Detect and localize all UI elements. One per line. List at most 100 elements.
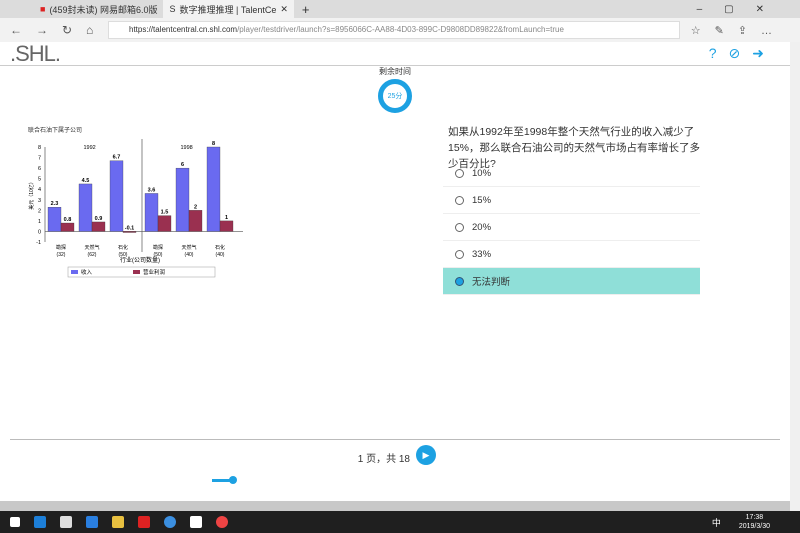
shl-icon: S bbox=[169, 4, 176, 14]
category-label: 石化 bbox=[215, 244, 225, 251]
timer-label: 剩余时间 bbox=[379, 67, 411, 76]
category-count: (32) bbox=[57, 252, 66, 258]
mail-app-icon[interactable] bbox=[138, 516, 150, 528]
date: 2019/3/30 bbox=[738, 523, 770, 530]
progress-slider[interactable] bbox=[212, 476, 237, 484]
category-label: 勘探 bbox=[153, 244, 163, 251]
option-label: 20% bbox=[472, 221, 492, 233]
y-tick-label: 0 bbox=[38, 229, 41, 235]
category-count: (40) bbox=[185, 252, 194, 258]
data-label: 1.5 bbox=[161, 210, 169, 216]
tab-label: 数字推理推理 | TalentCe bbox=[179, 4, 277, 15]
y-axis-label: 美元（10亿） bbox=[28, 179, 35, 210]
tab-bar: ■ (459封未读) 网易邮箱6.0版 S 数字推理推理 | TalentCe ✕ +… bbox=[0, 0, 800, 18]
tab-mail[interactable]: ■ (459封未读) 网易邮箱6.0版 bbox=[34, 0, 163, 18]
url-input[interactable]: https://talentcentral.cn.shl.com/player/… bbox=[108, 21, 680, 39]
data-label: 2 bbox=[194, 204, 197, 210]
data-label: 6.7 bbox=[113, 155, 121, 161]
profit-bar bbox=[91, 221, 106, 232]
header-icons[interactable]: ?⊘➜ bbox=[709, 45, 776, 62]
y-tick-label: 3 bbox=[38, 198, 41, 204]
url-host: https://talentcentral.cn.shl.com bbox=[129, 25, 238, 34]
folder-icon[interactable] bbox=[112, 516, 124, 528]
data-label: 6 bbox=[181, 162, 184, 168]
y-tick-label: 6 bbox=[38, 166, 41, 172]
revenue-bar bbox=[78, 183, 93, 232]
data-label: -0.1 bbox=[125, 225, 134, 231]
edge-icon[interactable] bbox=[34, 516, 46, 528]
tab-label: (459封未读) 网易邮箱6.0版 bbox=[49, 4, 158, 15]
next-button[interactable]: ▶ bbox=[416, 445, 436, 465]
browser-tools[interactable]: ☆✎⇪… bbox=[691, 24, 786, 37]
category-label: 勘探 bbox=[56, 244, 66, 251]
app-icon[interactable] bbox=[164, 516, 176, 528]
page-indicator: 1 页，共 18 bbox=[357, 454, 410, 465]
option-label: 10% bbox=[472, 167, 492, 179]
answer-option[interactable]: 15% bbox=[443, 187, 700, 214]
radio-button[interactable] bbox=[455, 168, 464, 178]
data-label: 8 bbox=[212, 141, 215, 147]
category-label: 天然气 bbox=[84, 244, 99, 251]
tab-shl[interactable]: S 数字推理推理 | TalentCe ✕ bbox=[163, 0, 294, 18]
answer-option[interactable]: 无法判断 bbox=[443, 268, 700, 295]
legend-swatch-revenue bbox=[71, 270, 78, 274]
revenue-bar bbox=[175, 167, 190, 232]
y-tick-label: 5 bbox=[38, 177, 41, 183]
ime-indicator[interactable]: 中 bbox=[712, 516, 721, 529]
profit-bar bbox=[60, 222, 75, 232]
timer-value: 25分 bbox=[387, 93, 403, 100]
app2-icon[interactable] bbox=[190, 516, 202, 528]
vertical-scrollbar[interactable] bbox=[790, 42, 800, 512]
close-icon[interactable]: ✕ bbox=[280, 4, 288, 15]
legend-swatch-profit bbox=[133, 270, 140, 274]
legend-label: 营业利润 bbox=[143, 268, 166, 276]
option-label: 无法判断 bbox=[472, 277, 511, 288]
new-tab-button[interactable]: + bbox=[302, 2, 310, 17]
taskbar: 中 17:38 2019/3/30 bbox=[0, 511, 800, 533]
address-bar: ←→↻⌂ https://talentcentral.cn.shl.com/pl… bbox=[0, 18, 800, 42]
start-icon[interactable] bbox=[10, 517, 20, 527]
legend-label: 收入 bbox=[81, 268, 93, 276]
radio-button[interactable] bbox=[455, 222, 464, 232]
y-tick-label: 1 bbox=[38, 219, 41, 225]
horizontal-scrollbar[interactable] bbox=[0, 501, 790, 511]
data-label: 3.6 bbox=[148, 187, 156, 193]
bar-chart: 联合石油下属子公司-1012345678美元（10亿）19922.30.8勘探(… bbox=[28, 126, 243, 278]
y-tick-label: 2 bbox=[38, 208, 41, 214]
mail-icon: ■ bbox=[40, 4, 46, 14]
y-tick-label: 4 bbox=[38, 187, 41, 193]
profit-bar bbox=[122, 231, 137, 233]
radio-button[interactable] bbox=[455, 276, 464, 286]
y-tick-label: 7 bbox=[38, 156, 41, 162]
window-controls[interactable]: –▢✕ bbox=[697, 4, 786, 15]
profit-bar bbox=[157, 215, 172, 232]
answer-option[interactable]: 33% bbox=[443, 241, 700, 268]
group-label: 1998 bbox=[181, 145, 193, 151]
data-label: 4.5 bbox=[82, 178, 90, 184]
store-icon[interactable] bbox=[60, 516, 72, 528]
nav-buttons[interactable]: ←→↻⌂ bbox=[10, 23, 107, 37]
radio-button[interactable] bbox=[455, 195, 464, 205]
category-count: (62) bbox=[88, 252, 97, 258]
answer-option[interactable]: 20% bbox=[443, 214, 700, 241]
y-tick-label: 8 bbox=[38, 145, 41, 151]
answer-option[interactable]: 10% bbox=[443, 160, 700, 187]
data-label: 0.8 bbox=[64, 217, 72, 223]
chrome-icon[interactable] bbox=[216, 516, 228, 528]
group-label: 1992 bbox=[84, 145, 96, 151]
app-header: .SHL. ?⊘➜ bbox=[0, 42, 790, 66]
revenue-bar bbox=[206, 146, 221, 232]
data-label: 2.3 bbox=[51, 201, 59, 207]
category-label: 天然气 bbox=[181, 244, 196, 251]
y-tick-label: -1 bbox=[36, 240, 41, 246]
chart-title: 联合石油下属子公司 bbox=[28, 126, 82, 134]
radio-button[interactable] bbox=[455, 249, 464, 259]
timer: 25分 bbox=[378, 79, 412, 113]
footer-divider bbox=[10, 439, 780, 440]
option-label: 33% bbox=[472, 248, 492, 260]
x-axis-label: 行业(公司数量) bbox=[120, 256, 160, 264]
shl-logo: .SHL. bbox=[10, 41, 61, 66]
revenue-bar bbox=[144, 193, 159, 232]
clock[interactable]: 17:38 2019/3/30 bbox=[739, 513, 770, 531]
k-icon[interactable] bbox=[86, 516, 98, 528]
